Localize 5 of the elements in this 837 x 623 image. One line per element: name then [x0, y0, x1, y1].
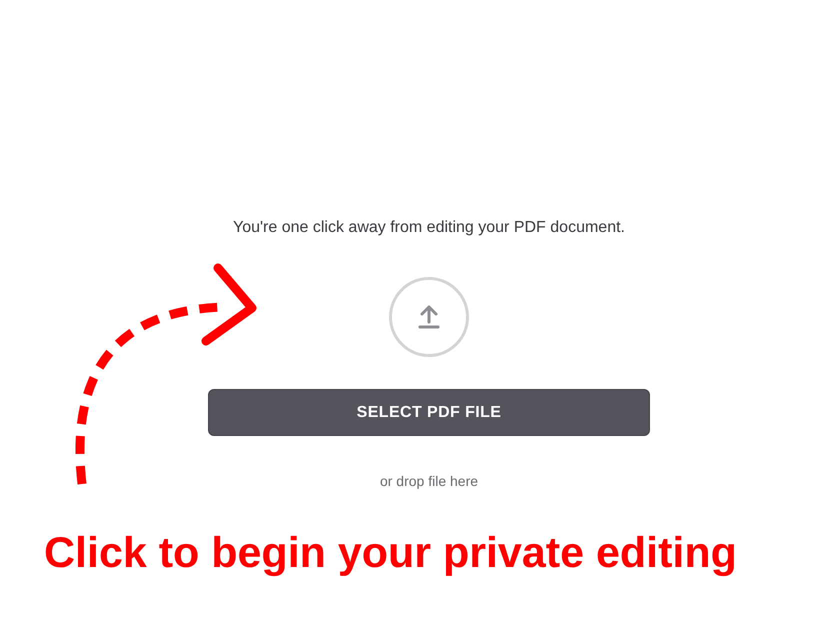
annotation-text: Click to begin your private editing	[44, 532, 738, 575]
prompt-text: You're one click away from editing your PDF document.	[233, 218, 625, 238]
select-file-button[interactable]: SELECT PDF FILE	[208, 389, 650, 436]
upload-icon[interactable]	[389, 277, 469, 357]
drop-hint: or drop file here	[380, 472, 478, 491]
